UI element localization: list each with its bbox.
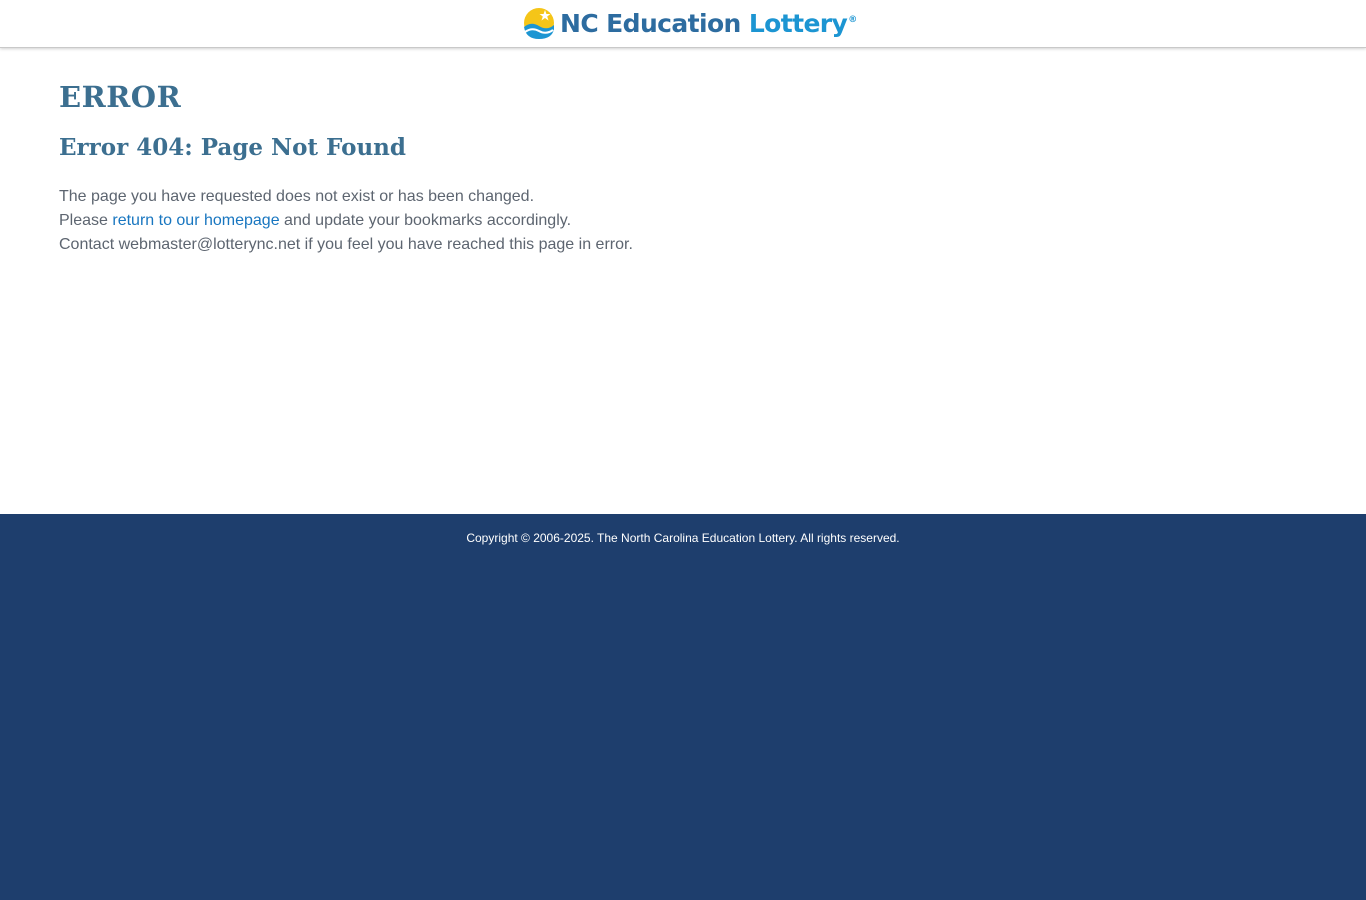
trademark-symbol: ® <box>848 15 857 25</box>
message-line-2-prefix: Please <box>59 212 113 229</box>
error-subtitle: Error 404: Page Not Found <box>59 134 406 161</box>
message-line-2-suffix: and update your bookmarks accordingly. <box>279 212 572 229</box>
site-footer: Copyright © 2006-2025. The North Carolin… <box>0 514 1366 900</box>
nc-education-lottery-logo[interactable]: NC Education Lottery® <box>522 6 857 42</box>
return-homepage-link[interactable]: return to our homepage <box>112 212 279 229</box>
logo-name-nc-education: NC Education <box>560 9 741 38</box>
copyright-text: Copyright © 2006-2025. The North Carolin… <box>466 531 900 545</box>
site-header: NC Education Lottery® <box>0 0 1366 48</box>
message-line-2: Please return to our homepage and update… <box>59 209 633 233</box>
message-line-3: Contact webmaster@lotterync.net if you f… <box>59 236 633 253</box>
error-message: The page you have requested does not exi… <box>59 185 633 257</box>
logo-name-lottery: Lottery <box>748 9 848 38</box>
page-title: ERROR <box>59 80 182 114</box>
sun-wave-logo-icon <box>524 8 554 39</box>
message-line-1: The page you have requested does not exi… <box>59 188 535 205</box>
